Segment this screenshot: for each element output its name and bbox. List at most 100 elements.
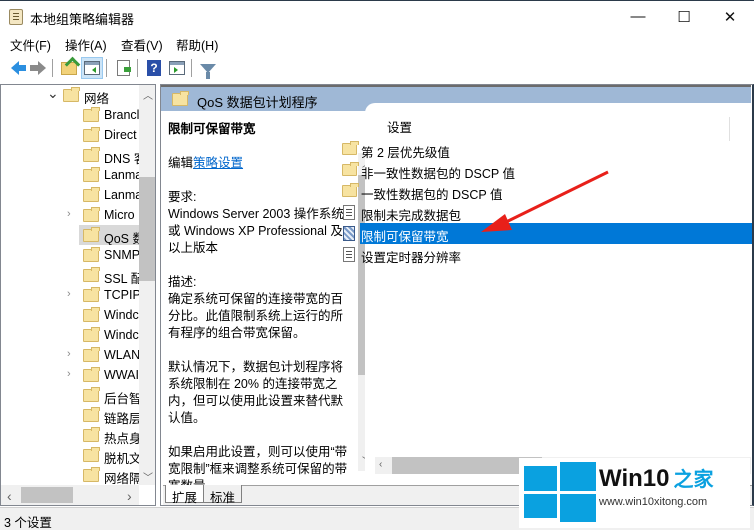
watermark-url: www.win10xitong.com bbox=[599, 496, 708, 508]
list-item[interactable]: 设置定时器分辨率 bbox=[341, 244, 741, 265]
tree-item-label: 链路层 bbox=[104, 412, 139, 425]
status-text: 3 个设置 bbox=[4, 516, 52, 530]
scroll-right-arrow-icon[interactable]: › bbox=[127, 488, 132, 504]
close-button[interactable]: ✕ bbox=[707, 1, 753, 32]
list-item[interactable]: 限制未完成数据包 bbox=[341, 202, 741, 223]
folder-icon bbox=[83, 447, 100, 462]
tree-item-label: DNS 客 bbox=[104, 152, 139, 165]
edit-prefix: 编辑 bbox=[168, 156, 194, 170]
tree-item[interactable]: 热点身 bbox=[1, 425, 139, 445]
column-header-setting[interactable]: 设置 bbox=[387, 117, 412, 136]
scroll-left-arrow-icon[interactable]: ‹ bbox=[379, 459, 382, 470]
description-label: 描述: bbox=[168, 275, 197, 289]
scroll-left-arrow-icon[interactable]: ‹ bbox=[7, 488, 12, 504]
tree-item[interactable]: 后台智 bbox=[1, 385, 139, 405]
minimize-button[interactable]: — bbox=[615, 1, 661, 32]
list-item-label: 非一致性数据包的 DSCP 值 bbox=[361, 167, 515, 181]
console-tree: ⌄网络BranclDirectDNS 客LanmaLanma›Micro›QoS… bbox=[0, 84, 156, 506]
folder-icon bbox=[83, 427, 100, 442]
policy-setting-icon bbox=[343, 205, 355, 220]
show-hide-action-pane-button[interactable] bbox=[166, 57, 188, 79]
folder-icon bbox=[83, 247, 100, 262]
tree-item[interactable]: Brancl bbox=[1, 105, 139, 125]
maximize-button[interactable]: ☐ bbox=[661, 1, 707, 32]
tree-item[interactable]: SSL 配 bbox=[1, 265, 139, 285]
export-list-button[interactable] bbox=[112, 57, 134, 79]
chevron-right-icon[interactable]: › bbox=[67, 288, 71, 300]
tree-item[interactable]: 网络隔 bbox=[1, 465, 139, 485]
chevron-right-icon[interactable]: › bbox=[67, 208, 71, 220]
menu-action[interactable]: 操作(A) bbox=[65, 35, 107, 54]
help-button[interactable]: ? bbox=[143, 57, 165, 79]
action-pane-icon bbox=[169, 61, 185, 75]
chevron-right-icon[interactable]: › bbox=[67, 348, 71, 360]
menu-bar: 文件(F) 操作(A) 查看(V) 帮助(H) bbox=[0, 33, 754, 53]
chevron-down-icon[interactable]: ⌄ bbox=[47, 85, 59, 102]
description-panel: 限制可保留带宽 编辑策略设置 要求: Windows Server 2003 操作… bbox=[163, 111, 359, 493]
list-item[interactable]: 限制可保留带宽 bbox=[341, 223, 752, 244]
show-hide-tree-button[interactable] bbox=[81, 57, 103, 79]
app-icon bbox=[9, 9, 23, 25]
description-text: 确定系统可保留的连接带宽的百分比。此值限制系统上运行的所有程序的组合带宽保留。 bbox=[168, 292, 344, 340]
tree-item-label: TCPIP bbox=[104, 288, 139, 302]
scroll-up-arrow-icon[interactable]: ︿ bbox=[143, 87, 153, 102]
node-title: QoS 数据包计划程序 bbox=[197, 95, 318, 110]
tree-item[interactable]: › Micro bbox=[1, 205, 139, 225]
tab-extended[interactable]: 扩展 bbox=[165, 485, 205, 505]
list-item[interactable]: 非一致性数据包的 DSCP 值 bbox=[341, 160, 741, 181]
folder-icon bbox=[83, 187, 100, 202]
filter-icon bbox=[200, 63, 216, 79]
console-tree-icon bbox=[84, 61, 100, 75]
folder-icon bbox=[83, 287, 100, 302]
tree-item[interactable]: Direct bbox=[1, 125, 139, 145]
list-item[interactable]: 第 2 层优先级值 bbox=[341, 139, 741, 160]
edit-policy-link[interactable]: 策略设置 bbox=[193, 156, 243, 170]
setting-title: 限制可保留带宽 bbox=[168, 122, 256, 136]
tab-standard[interactable]: 标准 bbox=[203, 485, 243, 505]
tree-item[interactable]: Lanma bbox=[1, 165, 139, 185]
up-level-button[interactable] bbox=[58, 57, 80, 79]
tree-item[interactable]: Windc bbox=[1, 305, 139, 325]
folder-icon bbox=[83, 307, 100, 322]
folder-icon bbox=[342, 162, 359, 176]
title-bar: 本地组策略编辑器 — ☐ ✕ bbox=[0, 0, 754, 32]
tree-item[interactable]: 脱机文 bbox=[1, 445, 139, 465]
tree-item[interactable]: › TCPIP bbox=[1, 285, 139, 305]
tree-vertical-scrollbar[interactable]: ︿ ﹀ bbox=[139, 85, 155, 485]
back-arrow-icon bbox=[11, 61, 26, 75]
tree-item[interactable]: 链路层 bbox=[1, 405, 139, 425]
list-item[interactable]: 一致性数据包的 DSCP 值 bbox=[341, 181, 741, 202]
chevron-right-icon[interactable]: › bbox=[67, 368, 71, 380]
scroll-down-arrow-icon[interactable]: ﹀ bbox=[143, 469, 153, 484]
tree-item[interactable]: ⌄ 网络 bbox=[1, 85, 139, 105]
tree-item[interactable]: SNMP bbox=[1, 245, 139, 265]
folder-icon bbox=[342, 141, 359, 155]
windows-logo-icon bbox=[524, 460, 596, 522]
column-divider[interactable] bbox=[729, 117, 730, 141]
tree-item[interactable]: Lanma bbox=[1, 185, 139, 205]
back-button[interactable] bbox=[4, 57, 26, 79]
tree-item[interactable]: ›QoS 数 bbox=[79, 225, 139, 245]
scrollbar-thumb[interactable] bbox=[21, 487, 73, 503]
folder-icon bbox=[83, 387, 100, 402]
menu-file[interactable]: 文件(F) bbox=[10, 35, 51, 54]
list-item-label: 限制未完成数据包 bbox=[361, 209, 462, 223]
tree-item-label: 热点身 bbox=[104, 432, 139, 445]
filter-button[interactable] bbox=[197, 57, 219, 79]
menu-view[interactable]: 查看(V) bbox=[121, 35, 163, 54]
description-default: 默认情况下，数据包计划程序将系统限制在 20% 的连接带宽之内，但可以使用此设置… bbox=[168, 360, 344, 425]
watermark-title: Win10 之家 bbox=[599, 465, 714, 492]
tree-horizontal-scrollbar[interactable]: ‹ › bbox=[1, 485, 139, 505]
menu-help[interactable]: 帮助(H) bbox=[176, 35, 218, 54]
tree-item-label: 脱机文 bbox=[104, 452, 139, 465]
tree-item-label: Micro bbox=[104, 208, 135, 222]
settings-list: 设置 第 2 层优先级值非一致性数据包的 DSCP 值一致性数据包的 DSCP … bbox=[342, 103, 752, 473]
tree-item[interactable]: Windc bbox=[1, 325, 139, 345]
forward-button[interactable] bbox=[27, 57, 49, 79]
tree-item[interactable]: › WWAI bbox=[1, 365, 139, 385]
scrollbar-thumb[interactable] bbox=[139, 177, 155, 281]
tree-item-label: Brancl bbox=[104, 108, 139, 122]
tree-item-label: 网络隔 bbox=[104, 472, 139, 485]
tree-item[interactable]: DNS 客 bbox=[1, 145, 139, 165]
tree-item[interactable]: › WLAN bbox=[1, 345, 139, 365]
